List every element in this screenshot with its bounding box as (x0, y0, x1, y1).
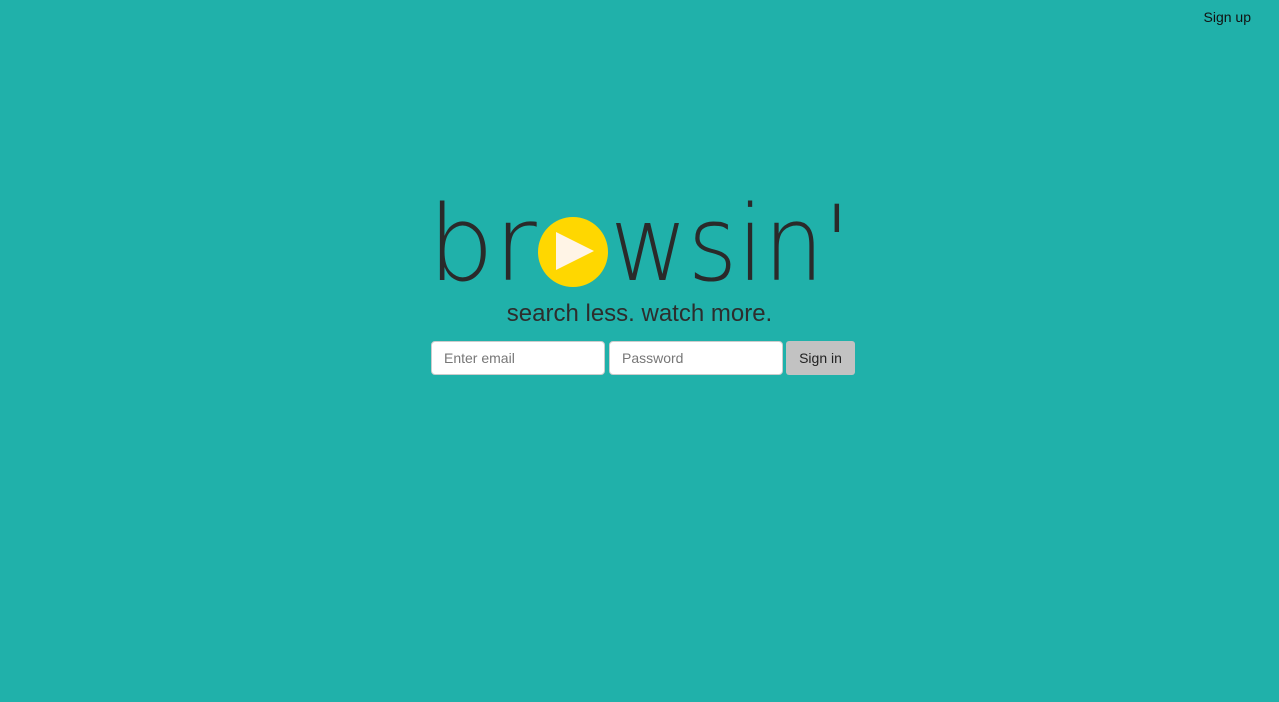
play-circle-icon (538, 217, 608, 287)
logo-text-start: br (428, 196, 537, 292)
password-field[interactable] (609, 341, 783, 375)
landing-page: Sign up br wsin' search less. watch more… (0, 0, 1279, 702)
email-field[interactable] (431, 341, 605, 375)
logo-text-end: wsin' (610, 196, 850, 292)
signup-link[interactable]: Sign up (1204, 9, 1251, 25)
signin-form: Sign in (431, 341, 855, 375)
tagline: search less. watch more. (506, 300, 773, 327)
browsin-logo: br wsin' (428, 196, 850, 292)
signin-button[interactable]: Sign in (786, 341, 855, 375)
